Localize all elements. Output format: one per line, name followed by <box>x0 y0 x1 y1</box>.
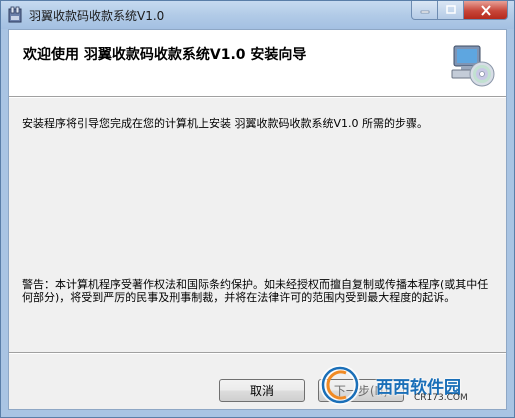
header-banner: 欢迎使用 羽翼收款码收款系统V1.0 安装向导 <box>9 30 506 97</box>
maximize-button[interactable] <box>438 1 464 20</box>
window-controls <box>411 1 508 21</box>
installer-app-icon <box>8 6 22 23</box>
intro-text: 安装程序将引导您完成在您的计算机上安装 羽翼收款码收款系统V1.0 所需的步骤。 <box>22 117 429 130</box>
title-bar[interactable]: 羽翼收款码收款系统V1.0 <box>1 1 514 29</box>
close-icon <box>480 4 491 16</box>
wizard-title: 欢迎使用 羽翼收款码收款系统V1.0 安装向导 <box>23 47 307 63</box>
watermark-logo-icon <box>320 365 360 405</box>
site-watermark: 西西软件园 CR173.COM <box>316 365 506 405</box>
button-area-separator-highlight <box>9 353 506 354</box>
close-button[interactable] <box>464 1 508 20</box>
installer-window: 羽翼收款码收款系统V1.0 欢迎使用 羽翼收款码收款系统V1.0 安装向导 安装… <box>0 0 515 418</box>
minimize-button[interactable] <box>411 1 438 20</box>
computer-cd-icon <box>451 45 495 87</box>
copyright-warning: 警告：本计算机程序受著作权法和国际条约保护。如未经授权而擅自复制或传播本程序(或… <box>22 278 489 304</box>
window-title: 羽翼收款码收款系统V1.0 <box>29 9 165 23</box>
dialog-client-area: 欢迎使用 羽翼收款码收款系统V1.0 安装向导 安装程序将引导您完成在您的计算机… <box>8 29 507 410</box>
minimize-icon <box>420 10 429 14</box>
watermark-url: CR173.COM <box>414 393 468 403</box>
maximize-icon <box>445 5 456 14</box>
banner-separator <box>9 97 506 98</box>
cancel-button[interactable]: 取消 <box>219 379 305 402</box>
